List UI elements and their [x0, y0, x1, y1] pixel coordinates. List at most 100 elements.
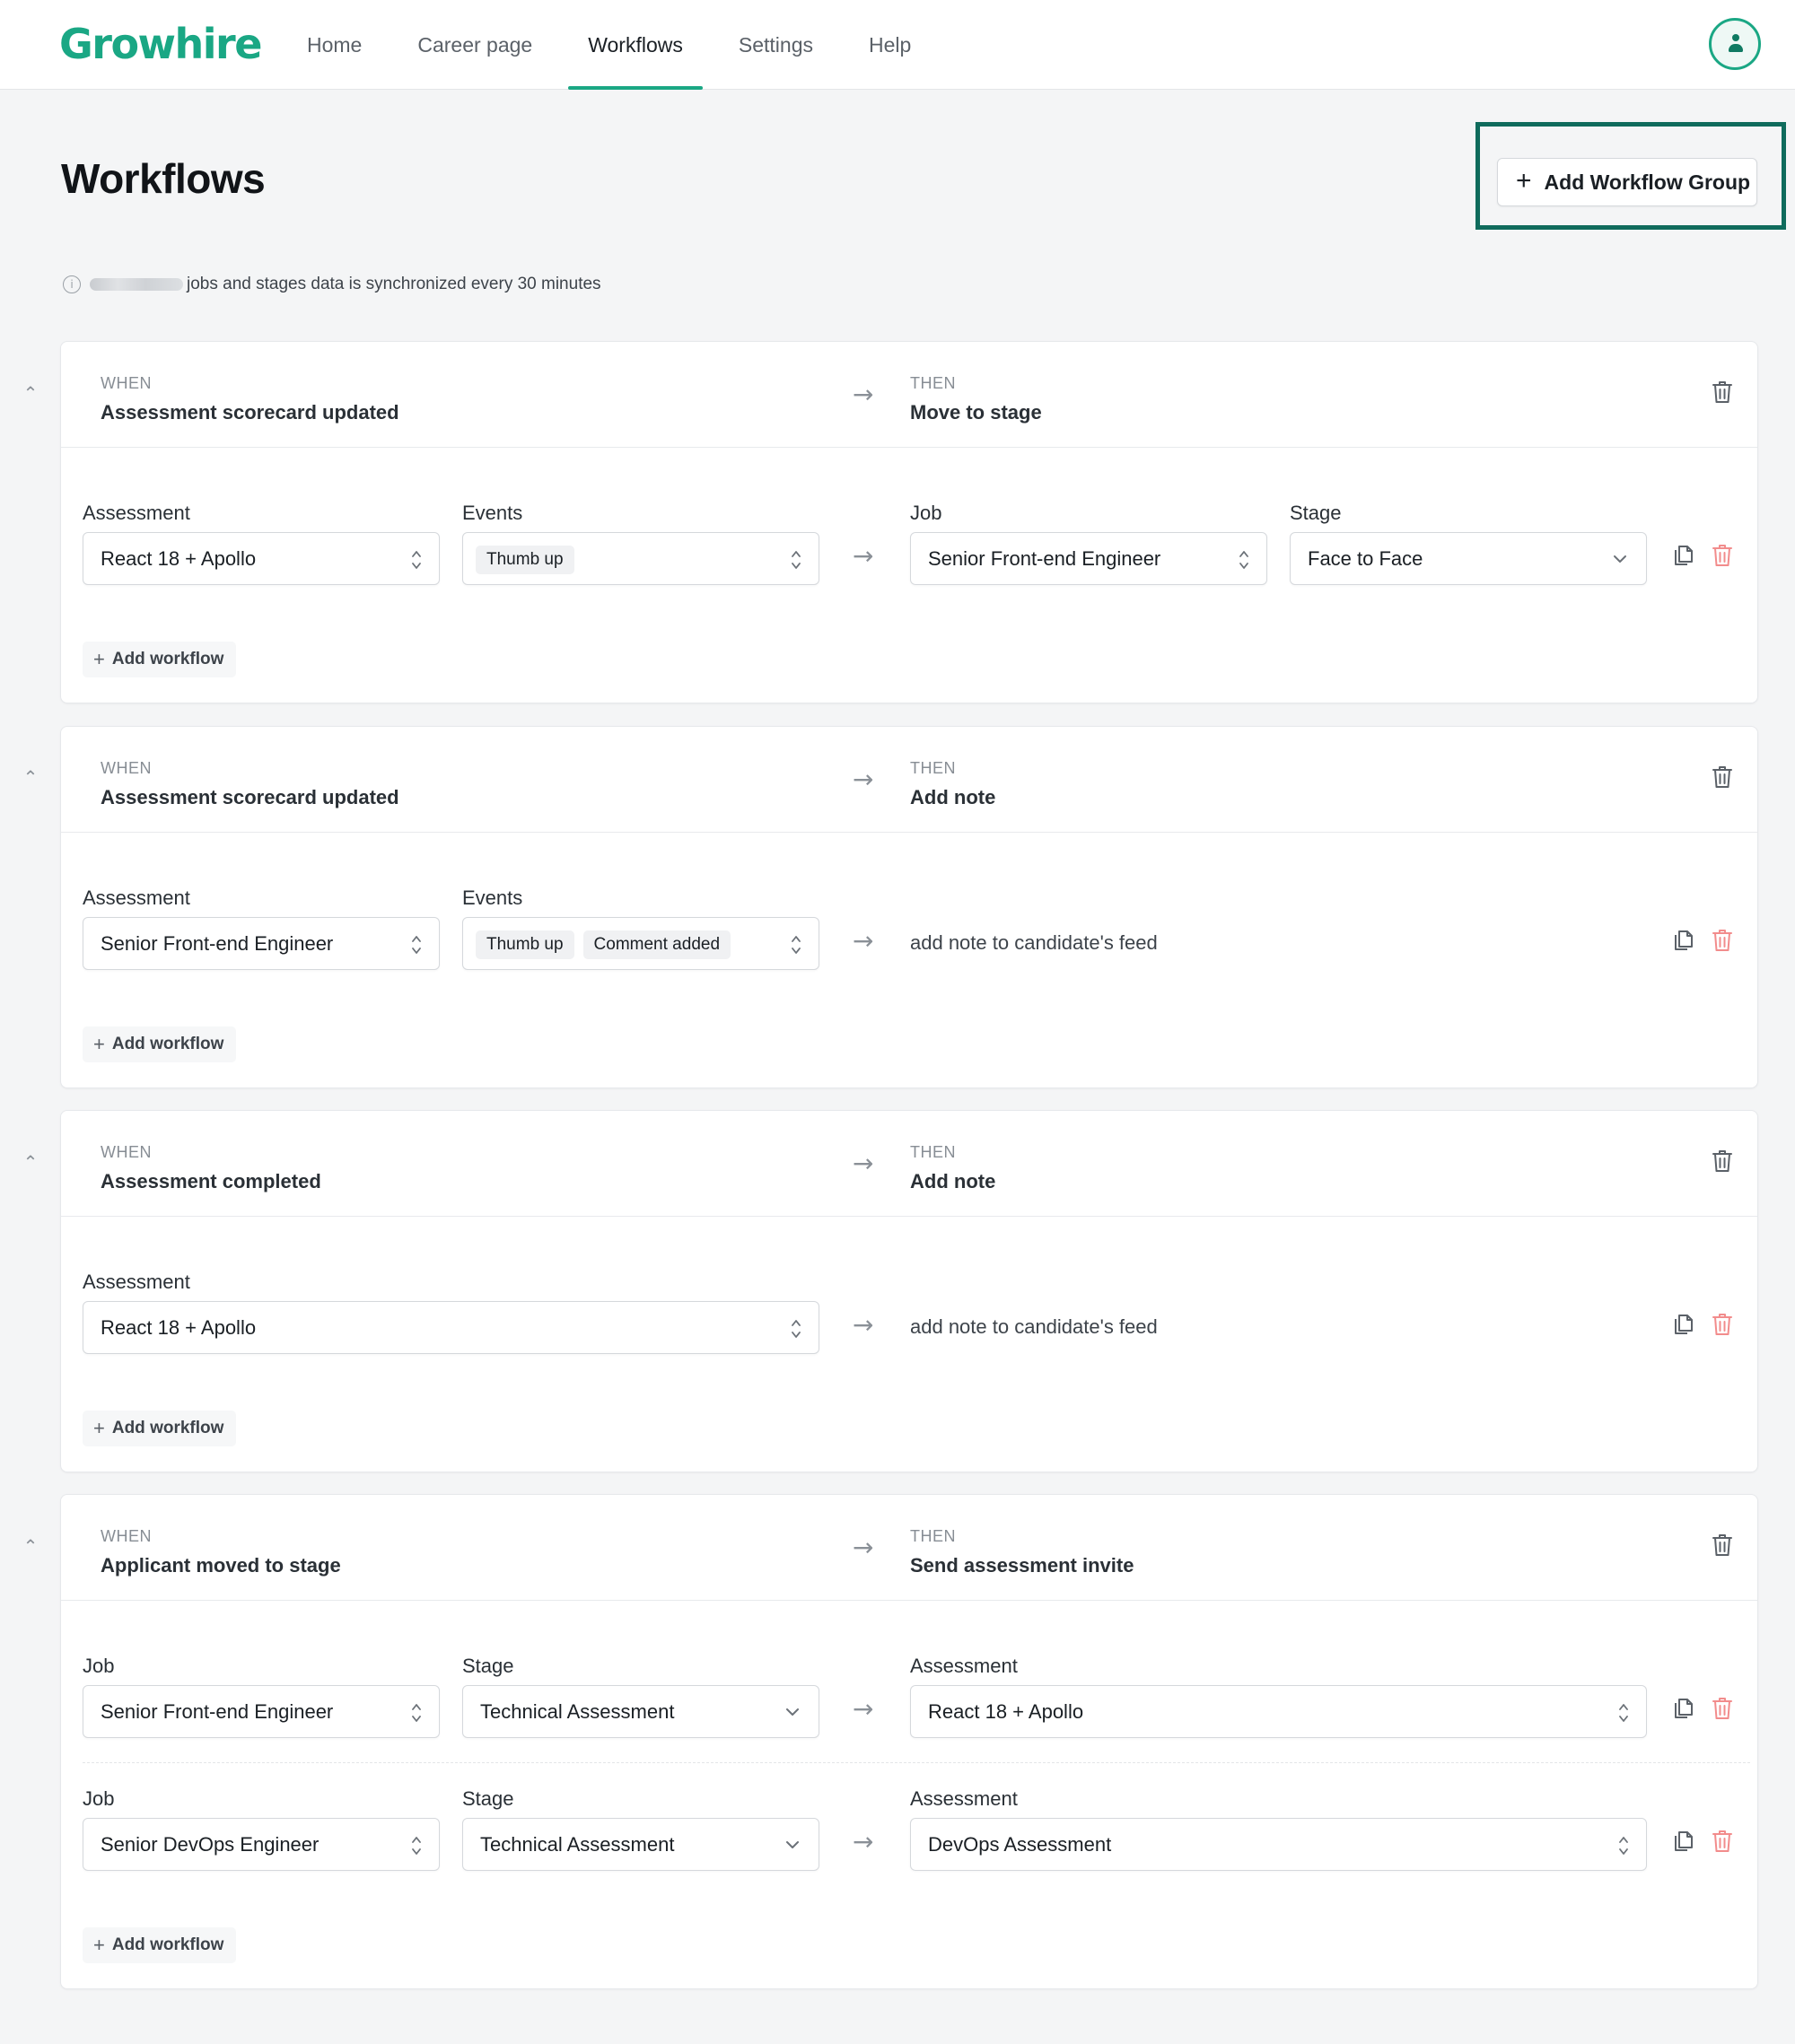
- stage-label: Stage: [462, 1655, 514, 1677]
- assessment-label: Assessment: [83, 502, 190, 524]
- add-workflow-label: Add workflow: [111, 1035, 224, 1053]
- trash-icon[interactable]: [1711, 928, 1734, 953]
- plus-icon: +: [93, 648, 105, 670]
- group-header: WHEN Assessment completed → THEN Add not…: [61, 1111, 1757, 1217]
- events-select[interactable]: Thumb up Comment added: [462, 917, 819, 970]
- nav-workflows[interactable]: Workflows: [568, 0, 703, 90]
- workflow-group-4: WHEN Applicant moved to stage → THEN Sen…: [60, 1494, 1758, 1989]
- trigger-title: Applicant moved to stage: [101, 1554, 341, 1577]
- stage-value: Technical Assessment: [480, 1700, 675, 1723]
- copy-icon[interactable]: [1671, 1312, 1694, 1337]
- add-workflow-button[interactable]: + Add workflow: [83, 1927, 237, 1963]
- assessment-label: Assessment: [83, 887, 190, 909]
- group-header: WHEN Assessment scorecard updated → THEN…: [61, 342, 1757, 448]
- add-workflow-label: Add workflow: [111, 1935, 224, 1954]
- assessment-select[interactable]: React 18 + Apollo: [83, 1301, 819, 1354]
- main-nav: Home Career page Workflows Settings Help: [287, 0, 947, 90]
- action-title: Add note: [910, 1170, 996, 1192]
- trash-icon[interactable]: [1711, 1696, 1734, 1721]
- assessment-select[interactable]: React 18 + Apollo: [910, 1685, 1647, 1738]
- arrow-right-icon: →: [853, 541, 874, 571]
- stage-select[interactable]: Technical Assessment: [462, 1685, 819, 1738]
- workflow-group-2: WHEN Assessment scorecard updated → THEN…: [60, 726, 1758, 1088]
- chevron-down-icon: [786, 1708, 799, 1716]
- assessment-value: React 18 + Apollo: [928, 1700, 1084, 1723]
- trash-icon[interactable]: [1711, 380, 1734, 405]
- up-down-chevron-icon: [792, 551, 801, 569]
- add-workflow-button[interactable]: + Add workflow: [83, 1411, 237, 1446]
- then-caption: THEN: [910, 759, 956, 777]
- top-nav-bar: Growhire Home Career page Workflows Sett…: [0, 0, 1795, 90]
- up-down-chevron-icon: [412, 1837, 421, 1855]
- assessment-select[interactable]: React 18 + Apollo: [83, 532, 440, 585]
- events-chips: Thumb up: [476, 546, 583, 574]
- nav-help[interactable]: Help: [849, 0, 931, 90]
- nav-settings[interactable]: Settings: [719, 0, 833, 90]
- collapse-group-3-icon[interactable]: ⌃: [22, 1153, 39, 1171]
- collapse-group-4-icon[interactable]: ⌃: [22, 1537, 39, 1555]
- add-workflow-group-button[interactable]: + Add Workflow Group: [1497, 158, 1757, 206]
- assessment-select[interactable]: Senior Front-end Engineer: [83, 917, 440, 970]
- nav-career-page[interactable]: Career page: [398, 0, 552, 90]
- stage-select[interactable]: Face to Face: [1290, 532, 1647, 585]
- trash-icon[interactable]: [1711, 764, 1734, 790]
- trash-icon[interactable]: [1711, 1533, 1734, 1558]
- arrow-right-icon: →: [853, 926, 874, 956]
- trigger-title: Assessment scorecard updated: [101, 401, 399, 424]
- nav-home[interactable]: Home: [287, 0, 381, 90]
- trash-icon[interactable]: [1711, 1829, 1734, 1854]
- row-divider: [83, 1762, 1750, 1763]
- events-label: Events: [462, 502, 523, 524]
- job-value: Senior Front-end Engineer: [101, 1700, 334, 1723]
- growhire-logo[interactable]: Growhire: [59, 20, 262, 68]
- then-caption: THEN: [910, 374, 956, 392]
- job-label: Job: [910, 502, 942, 524]
- job-select[interactable]: Senior Front-end Engineer: [83, 1685, 440, 1738]
- events-chips: Thumb up Comment added: [476, 930, 740, 959]
- blurred-integration-name: [90, 278, 183, 291]
- collapse-group-2-icon[interactable]: ⌃: [22, 768, 39, 786]
- then-caption: THEN: [910, 1527, 956, 1545]
- stage-select[interactable]: Technical Assessment: [462, 1818, 819, 1871]
- action-description: add note to candidate's feed: [910, 931, 1158, 954]
- events-select[interactable]: Thumb up: [462, 532, 819, 585]
- copy-icon[interactable]: [1671, 1829, 1694, 1854]
- sync-note-text: jobs and stages data is synchronized eve…: [187, 275, 601, 293]
- event-chip: Thumb up: [476, 546, 574, 574]
- assessment-value: DevOps Assessment: [928, 1833, 1112, 1856]
- job-select[interactable]: Senior DevOps Engineer: [83, 1818, 440, 1871]
- trash-icon[interactable]: [1711, 1149, 1734, 1174]
- stage-value: Technical Assessment: [480, 1833, 675, 1856]
- workflow-group-1: WHEN Assessment scorecard updated → THEN…: [60, 341, 1758, 703]
- trash-icon[interactable]: [1711, 1312, 1734, 1337]
- job-value: Senior DevOps Engineer: [101, 1833, 320, 1856]
- chevron-down-icon: [1614, 555, 1626, 563]
- page-title: Workflows: [61, 155, 266, 202]
- add-workflow-button[interactable]: + Add workflow: [83, 642, 237, 677]
- action-title: Send assessment invite: [910, 1554, 1134, 1577]
- assessment-label: Assessment: [83, 1271, 190, 1293]
- stage-label: Stage: [462, 1787, 514, 1810]
- user-avatar-icon[interactable]: [1709, 18, 1761, 70]
- up-down-chevron-icon: [412, 551, 421, 569]
- copy-icon[interactable]: [1671, 543, 1694, 568]
- events-label: Events: [462, 887, 523, 909]
- avatar-head: [1732, 34, 1739, 41]
- add-workflow-button[interactable]: + Add workflow: [83, 1026, 237, 1062]
- arrow-right-icon: →: [853, 1310, 874, 1340]
- workflow-group-3: WHEN Assessment completed → THEN Add not…: [60, 1110, 1758, 1472]
- group-header: WHEN Assessment scorecard updated → THEN…: [61, 727, 1757, 833]
- assessment-label: Assessment: [910, 1787, 1018, 1810]
- up-down-chevron-icon: [412, 936, 421, 954]
- arrow-right-icon: →: [853, 1827, 874, 1856]
- then-caption: THEN: [910, 1143, 956, 1161]
- copy-icon[interactable]: [1671, 1696, 1694, 1721]
- assessment-select[interactable]: DevOps Assessment: [910, 1818, 1647, 1871]
- add-workflow-group-label: Add Workflow Group: [1544, 170, 1751, 194]
- collapse-group-1-icon[interactable]: ⌃: [22, 384, 39, 402]
- trash-icon[interactable]: [1711, 543, 1734, 568]
- job-select[interactable]: Senior Front-end Engineer: [910, 532, 1267, 585]
- copy-icon[interactable]: [1671, 928, 1694, 953]
- plus-icon: +: [93, 1033, 105, 1055]
- arrow-right-icon: →: [853, 1533, 874, 1562]
